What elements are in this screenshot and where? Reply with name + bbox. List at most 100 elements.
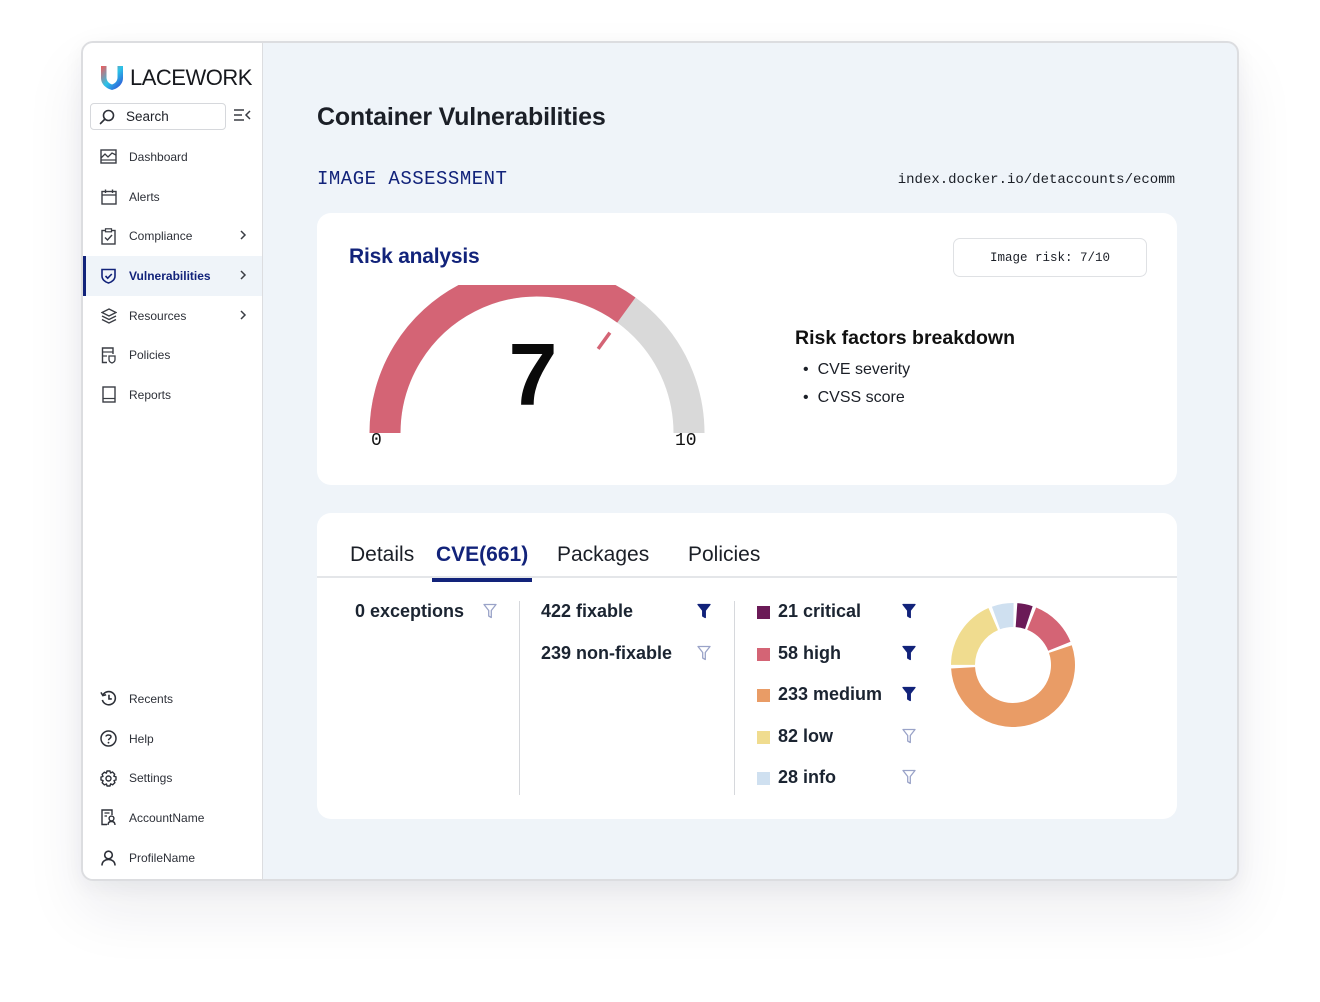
sidebar-item-recents[interactable]: Recents (83, 679, 262, 719)
filter-icon[interactable] (902, 769, 916, 790)
sidebar-nav: Dashboard Alerts Compliance Vulnerabilit… (83, 137, 262, 415)
sidebar-item-account[interactable]: AccountName (83, 798, 262, 838)
donut-slice-low[interactable] (951, 608, 998, 665)
filter-icon[interactable] (902, 645, 916, 666)
collapse-sidebar-button[interactable] (233, 108, 251, 127)
gauge-needle (596, 331, 612, 350)
tab-packages[interactable]: Packages (557, 543, 649, 573)
non-fixable-stat: 239 non-fixable (541, 643, 721, 685)
exceptions-column: 0 exceptions (355, 601, 505, 643)
brand-name: LACEWORK (130, 65, 252, 90)
filter-icon[interactable] (697, 603, 711, 624)
filter-icon[interactable] (483, 603, 497, 624)
gauge-max-label: 10 (675, 431, 697, 451)
sidebar-item-label: AccountName (129, 810, 205, 825)
severity-label: 28 info (778, 767, 837, 787)
sidebar-item-help[interactable]: Help (83, 719, 262, 759)
risk-factors: Risk factors breakdown CVE severity CVSS… (795, 327, 1015, 412)
sidebar-item-label: Settings (129, 771, 173, 786)
column-divider (519, 601, 520, 795)
legend-swatch (757, 772, 770, 785)
collapse-menu-icon (234, 109, 251, 121)
book-icon (100, 386, 117, 404)
tab-bar: Details CVE(661) Packages Policies (317, 513, 1177, 582)
sidebar-item-label: Compliance (129, 229, 193, 244)
fixability-column: 422 fixable 239 non-fixable (541, 601, 721, 684)
image-path: index.docker.io/detaccounts/ecomm (897, 172, 1175, 188)
non-fixable-label: 239 non-fixable (541, 642, 673, 663)
filter-inactive-icon (902, 728, 916, 743)
legend-swatch (757, 730, 770, 744)
legend-swatch (757, 689, 770, 702)
tab-details[interactable]: Details (350, 543, 414, 573)
sidebar-item-resources[interactable]: Resources (83, 296, 262, 336)
search-placeholder: Search (126, 109, 169, 124)
risk-analysis-card: Risk analysis Image risk: 7/10 7 0 10 Ri… (317, 213, 1177, 485)
layers-icon (100, 307, 117, 324)
tab-cve[interactable]: CVE(661) (431, 543, 533, 582)
severity-low: 82 low (757, 726, 927, 768)
donut-slice-high[interactable] (1027, 607, 1071, 651)
sidebar-item-label: Vulnerabilities (129, 268, 211, 283)
filter-icon[interactable] (902, 603, 916, 624)
shield-check-icon (100, 267, 117, 284)
risk-factor-item: CVSS score (795, 384, 1015, 412)
user-icon (100, 849, 117, 866)
severity-high: 58 high (757, 643, 927, 685)
filter-icon[interactable] (902, 728, 916, 749)
chevron-right-icon (240, 310, 247, 320)
sidebar-item-label: Resources (129, 308, 187, 323)
severity-donut-chart (951, 603, 1075, 727)
dashboard-icon (100, 148, 117, 165)
sidebar-item-settings[interactable]: Settings (83, 758, 262, 798)
logo[interactable]: LACEWORK (100, 65, 252, 91)
sidebar-item-label: Reports (129, 387, 172, 402)
filter-icon[interactable] (697, 645, 711, 666)
gauge-min-label: 0 (371, 431, 382, 451)
risk-analysis-title: Risk analysis (349, 245, 480, 268)
sidebar-item-alerts[interactable]: Alerts (83, 177, 262, 217)
search-input[interactable]: Search (90, 103, 226, 130)
sidebar-item-profile[interactable]: ProfileName (83, 838, 262, 878)
severity-label: 82 low (778, 725, 834, 746)
filter-active-icon (902, 603, 916, 619)
section-label: IMAGE ASSESSMENT (317, 168, 508, 190)
severity-medium: 233 medium (757, 684, 927, 726)
gear-icon (100, 770, 117, 787)
app-window: LACEWORK Search Dashboard Alerts Complia… (81, 41, 1239, 881)
severity-column: 21 critical 58 high 233 medium 82 low 28… (757, 601, 927, 809)
filter-active-icon (902, 645, 916, 660)
exceptions-stat: 0 exceptions (355, 601, 505, 643)
severity-critical: 21 critical (757, 601, 927, 643)
search-icon (99, 109, 115, 124)
legend-swatch (757, 606, 770, 619)
sidebar-item-vulnerabilities[interactable]: Vulnerabilities (83, 256, 262, 296)
fixable-label: 422 fixable (541, 601, 634, 621)
severity-label: 21 critical (778, 601, 862, 621)
account-icon (100, 809, 117, 826)
risk-factor-item: CVE severity (795, 356, 1015, 384)
risk-factors-title: Risk factors breakdown (795, 327, 1015, 349)
clipboard-check-icon (100, 227, 117, 245)
filter-inactive-icon (697, 645, 711, 660)
sidebar-item-label: Dashboard (129, 149, 188, 164)
sidebar-item-policies[interactable]: Policies (83, 335, 262, 375)
sidebar-item-label: Alerts (129, 189, 160, 204)
sidebar-item-compliance[interactable]: Compliance (83, 216, 262, 256)
filter-inactive-icon (902, 769, 916, 785)
sidebar-item-label: Policies (129, 348, 171, 363)
sidebar-item-label: ProfileName (129, 850, 196, 865)
sidebar-item-dashboard[interactable]: Dashboard (83, 137, 262, 177)
exceptions-label: 0 exceptions (355, 601, 465, 621)
page-title: Container Vulnerabilities (317, 103, 606, 131)
severity-label: 233 medium (778, 684, 883, 704)
cve-card: Details CVE(661) Packages Policies 0 exc… (317, 513, 1177, 819)
help-icon (100, 730, 117, 747)
filter-icon[interactable] (902, 686, 916, 707)
column-divider (734, 601, 735, 795)
filter-active-icon (697, 603, 711, 619)
sidebar-item-reports[interactable]: Reports (83, 375, 262, 415)
tab-policies[interactable]: Policies (688, 543, 760, 573)
legend-swatch (757, 647, 770, 661)
history-icon (100, 690, 117, 707)
